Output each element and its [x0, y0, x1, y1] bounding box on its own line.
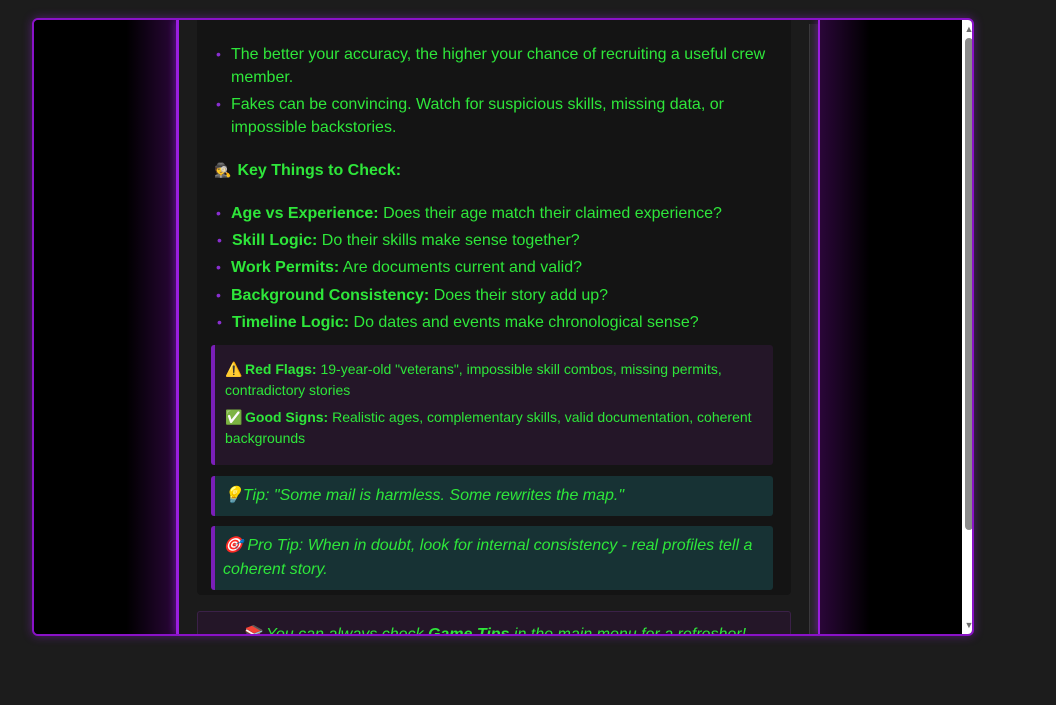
- good-signs-label: Good Signs:: [245, 409, 329, 425]
- check-item-text: Does their age match their claimed exper…: [378, 205, 722, 222]
- books-icon: 📚: [242, 626, 262, 634]
- check-item: Skill Logic: Do their skills make sense …: [217, 229, 580, 252]
- scroll-down-arrow-icon[interactable]: ▼: [962, 618, 972, 632]
- flags-callout: ⚠️ Red Flags: 19-year-old "veterans", imp…: [211, 345, 773, 465]
- scrollbar-thumb[interactable]: [965, 38, 972, 530]
- left-side-panel: [34, 20, 176, 634]
- check-item-label: Timeline Logic:: [232, 314, 350, 331]
- footer-text-end: in the main menu for a refresher!: [509, 626, 746, 634]
- check-item: Background Consistency: Does their story…: [216, 284, 609, 307]
- scroll-up-arrow-icon[interactable]: ▲: [962, 22, 972, 36]
- game-window: The better your accuracy, the higher you…: [32, 18, 974, 636]
- check-item-text: Does their story add up?: [429, 287, 609, 304]
- tutorial-content-area[interactable]: The better your accuracy, the higher you…: [179, 20, 818, 634]
- good-signs-line: ✅ Good Signs: Realistic ages, complementa…: [225, 407, 753, 449]
- check-item-label: Work Permits:: [231, 259, 340, 276]
- check-item: Timeline Logic: Do dates and events make…: [217, 311, 699, 334]
- window-scrollbar[interactable]: ▲ ▼: [962, 20, 972, 634]
- check-item-text: Do dates and events make chronological s…: [349, 314, 699, 331]
- warning-icon: ⚠️: [225, 361, 243, 377]
- check-item-text: Are documents current and valid?: [339, 259, 582, 276]
- tip-text: Tip: "Some mail is harmless. Some rewrit…: [242, 487, 625, 504]
- detective-icon: 🕵: [214, 162, 232, 178]
- check-item-text: Do their skills make sense together?: [317, 232, 580, 249]
- key-checks-title: Key Things to Check:: [237, 162, 402, 179]
- check-item-label: Age vs Experience:: [231, 205, 379, 222]
- pro-tip-text: Pro Tip: When in doubt, look for interna…: [223, 537, 753, 578]
- tutorial-card: The better your accuracy, the higher you…: [197, 20, 791, 595]
- intro-bullet-fakes: Fakes can be convincing. Watch for suspi…: [216, 93, 781, 139]
- check-mark-icon: ✅: [225, 409, 243, 425]
- check-item-label: Skill Logic:: [232, 232, 318, 249]
- intro-bullet-accuracy: The better your accuracy, the higher you…: [216, 43, 781, 89]
- check-item-label: Background Consistency:: [231, 287, 430, 304]
- right-side-panel: [820, 20, 962, 634]
- check-item: Age vs Experience: Does their age match …: [216, 202, 722, 225]
- footer-text: You can always check: [266, 626, 428, 634]
- target-icon: 🎯: [223, 537, 243, 554]
- red-flags-label: Red Flags:: [245, 361, 317, 377]
- game-tips-footer: 📚 You can always check Game Tips in the …: [197, 611, 791, 634]
- key-checks-heading: 🕵 Key Things to Check:: [214, 162, 401, 180]
- pro-tip-callout: 🎯 Pro Tip: When in doubt, look for inter…: [211, 526, 773, 590]
- lightbulb-icon: 💡: [223, 487, 243, 504]
- check-item: Work Permits: Are documents current and …: [216, 256, 582, 279]
- inner-scrollbar-track[interactable]: [809, 24, 818, 634]
- game-tips-link[interactable]: Game Tips: [428, 626, 510, 634]
- tip-callout: 💡Tip: "Some mail is harmless. Some rewri…: [211, 476, 773, 516]
- red-flags-line: ⚠️ Red Flags: 19-year-old "veterans", imp…: [225, 359, 753, 401]
